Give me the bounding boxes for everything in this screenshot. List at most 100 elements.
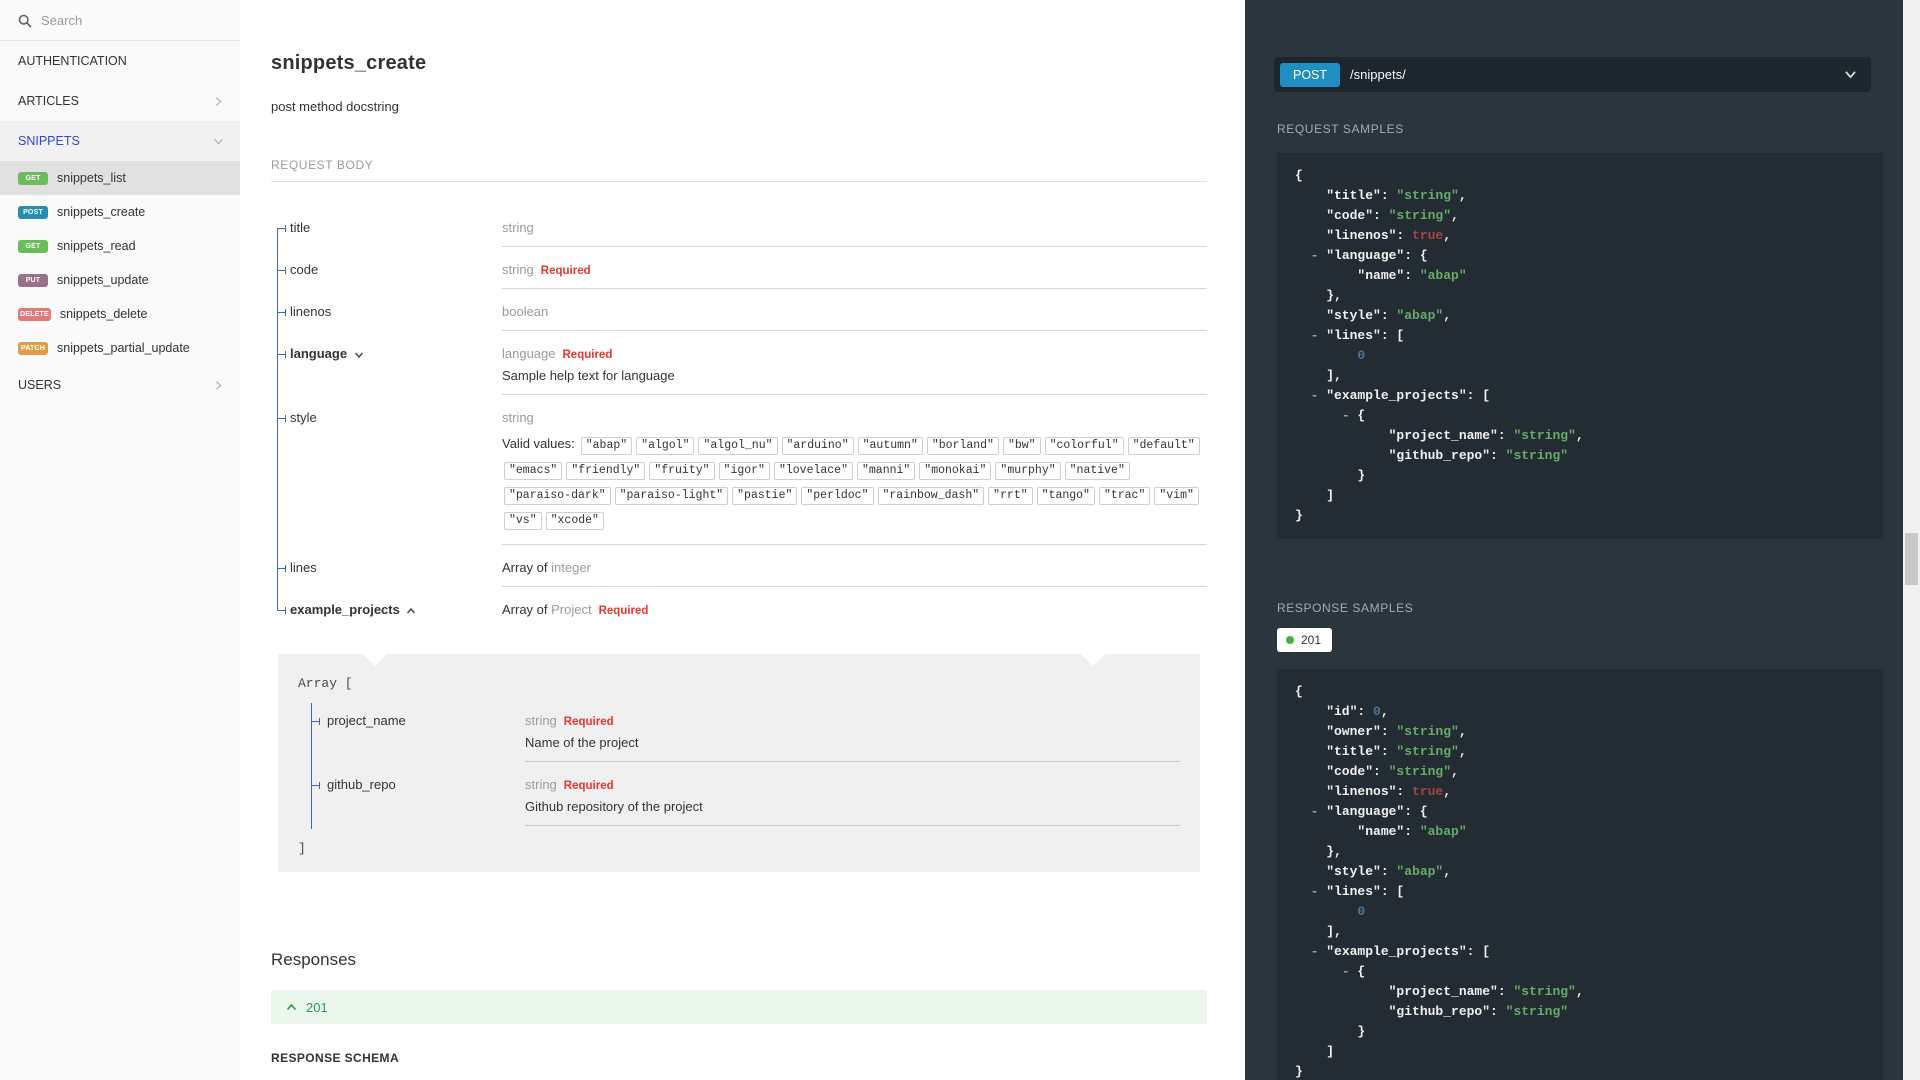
enum-value: "manni"	[856, 462, 916, 480]
endpoint-dropdown[interactable]: POST /snippets/	[1274, 57, 1871, 92]
tree-connector	[311, 773, 327, 837]
array-close-bracket: ]	[298, 841, 306, 856]
param-description: boolean	[502, 300, 1207, 331]
param-description: string Required Name of the project	[525, 709, 1180, 762]
api-docs-page: Search AUTHENTICATION ARTICLES SNIPPETS …	[0, 0, 1920, 1080]
method-badge-get: GET	[18, 239, 48, 253]
tree-connector	[277, 598, 290, 628]
search-placeholder: Search	[41, 13, 83, 28]
param-description: string	[502, 216, 1207, 247]
response-schema-label: RESPONSE SCHEMA	[271, 1051, 400, 1065]
sidebar-item-snippets_delete[interactable]: DELETE snippets_delete	[0, 297, 240, 331]
enum-value: "vim"	[1154, 487, 1199, 505]
enum-value: "rrt"	[988, 487, 1033, 505]
method-badge-post: POST	[18, 205, 48, 219]
response-code: 201	[306, 999, 328, 1015]
request-samples-label: REQUEST SAMPLES	[1277, 122, 1404, 136]
chevron-up-icon	[407, 607, 416, 614]
request-sample-code: { "title": "string", "code": "string", "…	[1277, 153, 1883, 539]
page-title: snippets_create	[271, 52, 427, 74]
sidebar-item-snippets_create[interactable]: POST snippets_create	[0, 195, 240, 229]
param-name: title	[290, 220, 311, 235]
param-name[interactable]: language	[290, 342, 502, 406]
sidebar-item-snippets_read[interactable]: GET snippets_read	[0, 229, 240, 263]
param-name: project_name	[327, 713, 406, 728]
tree-connector	[277, 342, 290, 406]
sidebar-item-authentication[interactable]: AUTHENTICATION	[0, 41, 240, 81]
http-method-badge: POST	[1280, 62, 1341, 87]
page-scrollbar[interactable]	[1903, 0, 1920, 1080]
chevron-right-icon	[215, 380, 222, 390]
param-row: style string Valid values: "abap" "algol" "a…	[277, 406, 1207, 556]
response-201-banner[interactable]: 201	[271, 990, 1207, 1024]
status-dot-icon	[1286, 636, 1294, 644]
param-row: project_name string Required Name of the …	[311, 709, 1180, 773]
enum-value: "lovelace"	[773, 462, 853, 480]
response-sample-tab-201[interactable]: 201	[1277, 628, 1333, 652]
param-row: code string Required	[277, 258, 1207, 300]
tree-connector	[311, 709, 327, 773]
request-body-fields: title string code string Required linenos…	[277, 216, 1207, 628]
enum-value: "xcode"	[545, 512, 604, 530]
param-name: linenos	[290, 304, 332, 319]
array-open-bracket: Array [	[298, 676, 353, 691]
box-notch	[1081, 654, 1105, 666]
array-schema-box: Array [ project_name string Required Name…	[278, 654, 1200, 872]
param-row: linenos boolean	[277, 300, 1207, 342]
chevron-down-icon	[214, 138, 223, 145]
operation-list: GET snippets_list POST snippets_create G…	[0, 161, 240, 365]
param-description: string Required	[502, 258, 1207, 289]
enum-value: "perldoc"	[801, 487, 874, 505]
sidebar-item-snippets_partial_update[interactable]: PATCH snippets_partial_update	[0, 331, 240, 365]
param-name[interactable]: example_projects	[290, 598, 502, 628]
array-item-fields: project_name string Required Name of the …	[311, 703, 1180, 837]
request-body-label: REQUEST BODY	[271, 158, 1207, 182]
enum-value: "borland"	[926, 437, 999, 455]
param-description: string Required Github repository of the …	[525, 773, 1180, 826]
scrollbar-thumb[interactable]	[1905, 533, 1918, 585]
method-badge-get: GET	[18, 171, 48, 185]
sidebar-item-users[interactable]: USERS	[0, 365, 240, 405]
tree-connector	[277, 300, 290, 342]
operation-description: post method docstring	[271, 99, 399, 114]
responses-heading: Responses	[271, 950, 357, 969]
enum-value: "algol"	[636, 437, 695, 455]
enum-value: "vs"	[504, 512, 542, 530]
param-name: style	[290, 410, 317, 425]
sidebar-item-articles[interactable]: ARTICLES	[0, 81, 240, 121]
enum-value: "colorful"	[1044, 437, 1124, 455]
method-badge-put: PUT	[18, 273, 48, 287]
sidebar-item-snippets[interactable]: SNIPPETS	[0, 121, 240, 161]
sidebar: Search AUTHENTICATION ARTICLES SNIPPETS …	[0, 0, 240, 1080]
enum-value: "paraiso-light"	[614, 487, 729, 505]
method-badge-delete: DELETE	[18, 307, 51, 321]
chevron-down-icon	[354, 352, 363, 359]
chevron-up-icon	[286, 1003, 297, 1010]
enum-value: "rainbow_dash"	[877, 487, 985, 505]
param-row: title string	[277, 216, 1207, 258]
param-name: lines	[290, 560, 317, 575]
enum-value: "fruity"	[649, 462, 715, 480]
param-description: string Valid values: "abap" "algol" "algol_n…	[502, 406, 1207, 545]
param-description: Array of Project Required	[502, 602, 649, 617]
method-badge-patch: PATCH	[18, 341, 48, 355]
tree-connector	[277, 406, 290, 556]
enum-value: "bw"	[1002, 437, 1041, 455]
sidebar-item-snippets_list[interactable]: GET snippets_list	[0, 161, 240, 195]
param-row: language language Required Sample help tex…	[277, 342, 1207, 406]
samples-panel: POST /snippets/ REQUEST SAMPLES { "title…	[1245, 0, 1920, 1080]
tree-connector	[277, 216, 290, 258]
tree-connector	[277, 556, 290, 598]
enum-value: "autumn"	[857, 437, 923, 455]
sidebar-item-snippets_update[interactable]: PUT snippets_update	[0, 263, 240, 297]
enum-value: "trac"	[1098, 487, 1151, 505]
enum-value: "pastie"	[732, 487, 798, 505]
enum-value: "paraiso-dark"	[504, 487, 611, 505]
search-input[interactable]: Search	[0, 0, 240, 41]
chevron-down-icon	[1845, 71, 1856, 79]
param-name: github_repo	[327, 777, 396, 792]
enum-value: "default"	[1127, 437, 1200, 455]
param-description: language Required Sample help text for lan…	[502, 342, 1207, 395]
response-sample-code: { "id": 0, "owner": "string", "title": "…	[1277, 669, 1883, 1080]
enum-value: "native"	[1064, 462, 1130, 480]
